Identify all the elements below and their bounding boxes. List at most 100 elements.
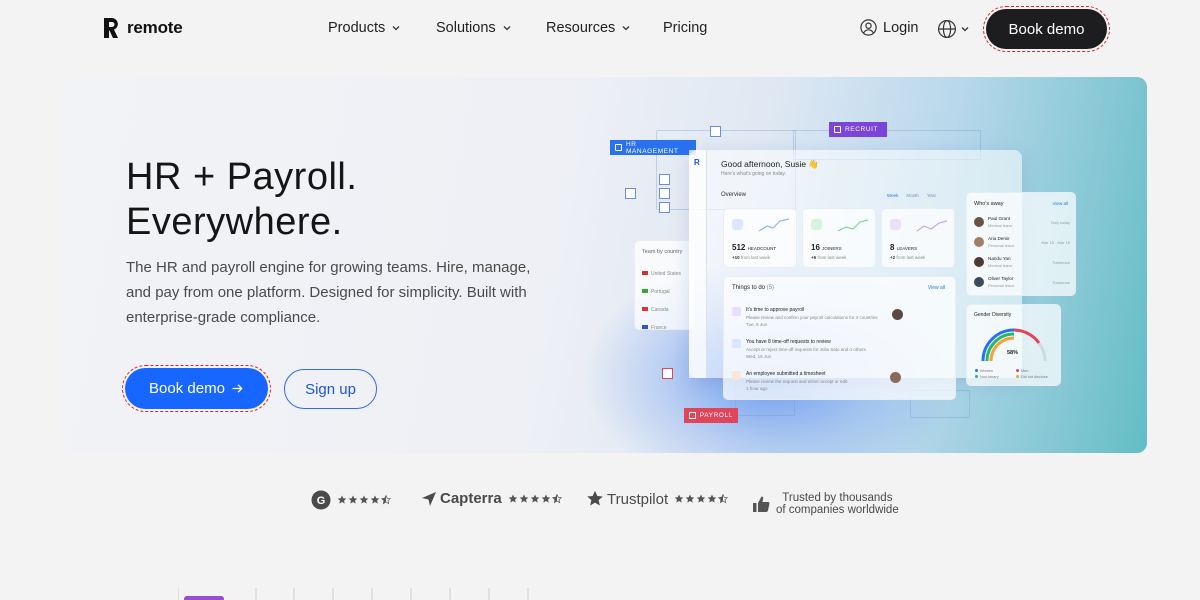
away-person-row: Nandu Yan Medical leave Tomorrow — [974, 255, 1070, 275]
star-icon — [674, 494, 684, 503]
book-demo-hero-label: Book demo — [149, 380, 225, 397]
leavers-value-row: 8 LEAVERS — [890, 243, 917, 252]
diversity-legend: Women Men Non-binary Did not disclose — [975, 369, 1057, 379]
nav-products[interactable]: Products — [328, 20, 401, 36]
language-selector[interactable] — [937, 19, 970, 39]
team-by-country-label: Team by country — [642, 249, 683, 255]
gender-diversity-card: Gender Diversity 58% Women Men Non-binar… — [966, 304, 1061, 386]
country-ca: Canada — [642, 301, 681, 319]
hero-title: HR + Payroll. Everywhere. — [126, 155, 357, 245]
star-icon — [685, 494, 695, 503]
star-icon — [348, 495, 358, 504]
chevron-down-icon — [503, 26, 511, 31]
star-icon — [370, 495, 380, 504]
dashboard-sidebar: R — [689, 150, 707, 378]
todo-sub: Accept or reject time-off requests for J… — [746, 347, 867, 352]
away-person-when: Only today — [1050, 220, 1070, 225]
trustpilot-star-icon — [587, 490, 603, 506]
payroll-tag-label: PAYROLL — [699, 412, 733, 419]
nav-pricing-label: Pricing — [663, 20, 708, 36]
country-list: United States Portugal Canada France — [642, 265, 681, 337]
trusted-by-text: Trusted by thousands of companies worldw… — [776, 492, 899, 516]
trusted-line1: Trusted by thousands — [782, 492, 893, 504]
todo-meta: 1 hour ago — [746, 386, 768, 391]
legend-nonbinary: Non-binary — [975, 375, 1016, 379]
next-section-preview — [178, 588, 529, 600]
period-week[interactable]: Week — [887, 193, 898, 198]
gender-diversity-label: Gender Diversity — [974, 312, 1012, 318]
hr-tag-label: HR MANAGEMENT — [625, 140, 679, 155]
avatar — [974, 217, 984, 227]
country-fr: France — [642, 319, 681, 337]
capterra-wordmark: Capterra — [440, 490, 502, 507]
period-year[interactable]: Year — [927, 193, 936, 198]
todo-title: An employee submitted a timesheet — [746, 371, 826, 377]
diversity-percent: 58% — [1007, 350, 1019, 356]
star-icon — [541, 494, 551, 503]
nav-resources[interactable]: Resources — [546, 20, 631, 36]
expand-icon — [625, 188, 636, 199]
whos-away-view-all[interactable]: View all — [1053, 201, 1068, 206]
chevron-down-icon — [961, 27, 969, 32]
trusted-by-badge: Trusted by thousands of companies worldw… — [752, 492, 899, 516]
joiners-delta-row: +5 from last week — [811, 255, 846, 260]
headcount-delta: +10 — [732, 255, 740, 260]
book-demo-hero-button[interactable]: Book demo — [122, 365, 271, 412]
half-star-icon — [718, 494, 729, 504]
star-icon — [519, 494, 529, 503]
checkbox-icon — [834, 126, 841, 133]
period-month[interactable]: Month — [906, 193, 919, 198]
away-person-name: Aria Demir — [988, 236, 1010, 241]
timesheet-todo-icon — [732, 371, 741, 380]
country-ca-label: Canada — [651, 307, 669, 313]
top-navigation: remote Products Solutions Resources Pric… — [0, 0, 1200, 60]
hero-description: The HR and payroll engine for growing te… — [126, 259, 531, 326]
stat-card-headcount: 512 HEADCOUNT +10 from last week — [723, 208, 797, 268]
nav-solutions[interactable]: Solutions — [436, 20, 512, 36]
recruit-tag-label: RECRUIT — [845, 126, 879, 133]
headcount-icon — [732, 219, 743, 230]
away-person-reason: Medical leave — [988, 223, 1013, 228]
todo-title: You have 8 time-off requests to review — [746, 339, 831, 345]
nav-pricing[interactable]: Pricing — [663, 20, 707, 36]
capterra-logo-icon — [422, 491, 436, 506]
legend-men-label: Men — [1021, 369, 1029, 373]
checkbox-icon — [689, 412, 696, 419]
chevron-down-icon — [392, 26, 400, 31]
stat-card-joiners: 16 JOINERS +5 from last week — [802, 208, 876, 268]
book-demo-nav-button[interactable]: Book demo — [983, 6, 1110, 52]
joiners-icon — [811, 219, 822, 230]
headcount-value: 512 — [732, 243, 746, 252]
star-rating — [337, 495, 391, 505]
todo-view-all-link[interactable]: View all — [928, 285, 945, 291]
payroll-tag: PAYROLL — [684, 408, 738, 423]
star-icon — [707, 494, 717, 503]
things-to-do-header: Things to do (5) — [732, 285, 774, 291]
nav-products-label: Products — [328, 20, 386, 36]
g2-logo-icon: G — [311, 490, 331, 510]
half-star-icon — [381, 495, 391, 505]
overview-label: Overview — [721, 192, 747, 198]
away-person-reason: Personal leave — [988, 243, 1015, 248]
away-person-when: Mar 15 - Mar 16 — [1041, 240, 1070, 245]
headcount-value-row: 512 HEADCOUNT — [732, 243, 776, 252]
todo-sub: Please review and confirm your payroll c… — [746, 315, 878, 320]
headcount-delta-row: +10 from last week — [732, 255, 770, 260]
country-pt-label: Portugal — [651, 289, 670, 295]
star-icon — [359, 495, 369, 504]
country-fr-label: France — [651, 325, 667, 331]
sign-up-button[interactable]: Sign up — [284, 369, 377, 409]
avatar — [974, 257, 984, 267]
period-switcher[interactable]: Week Month Year — [887, 193, 936, 198]
trusted-line2: of companies worldwide — [776, 504, 899, 516]
login-link[interactable]: Login — [860, 19, 918, 36]
away-person-when: Tomorrow — [1052, 280, 1070, 285]
book-demo-nav-label: Book demo — [986, 9, 1107, 49]
joiners-label: JOINERS — [822, 246, 842, 251]
legend-men: Men — [1016, 369, 1057, 373]
nav-resources-label: Resources — [546, 20, 616, 36]
legend-women: Women — [975, 369, 1016, 373]
remote-logo[interactable]: remote — [101, 16, 183, 40]
headcount-delta-text: from last week — [740, 255, 770, 260]
arrow-right-icon — [232, 384, 243, 393]
